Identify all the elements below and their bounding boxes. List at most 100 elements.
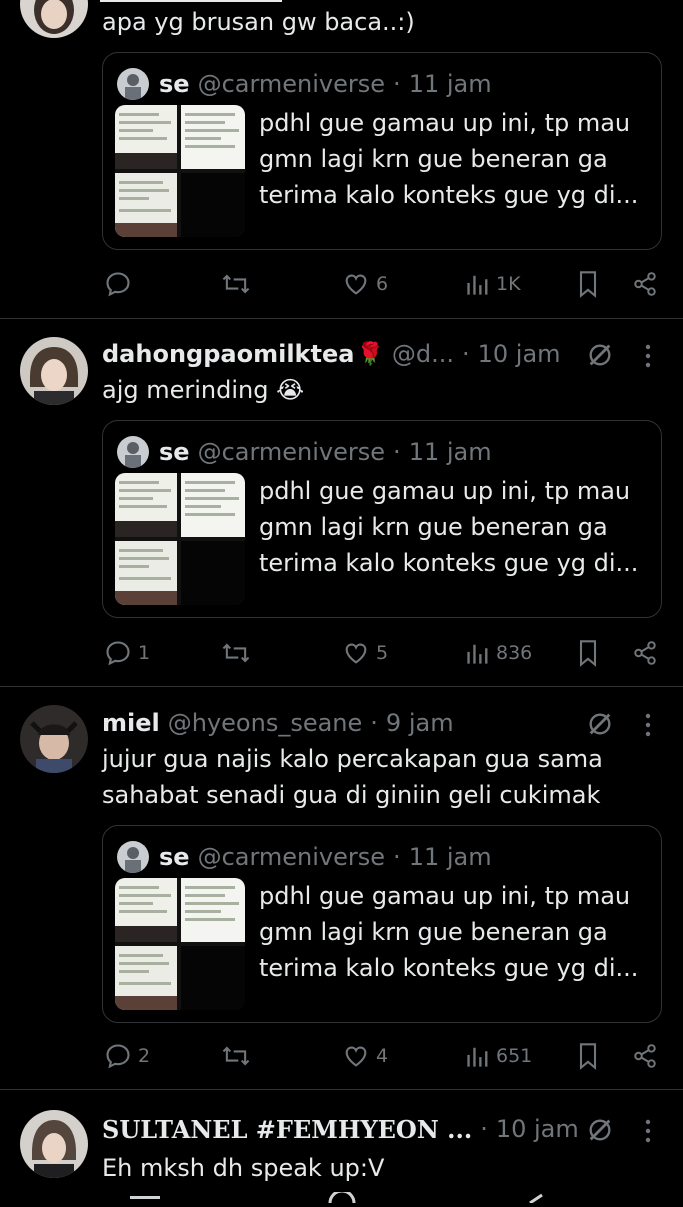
quote-text: pdhl gue gamau up ini, tp mau gmn lagi k…: [259, 109, 639, 209]
grok-button[interactable]: [586, 710, 614, 738]
author-handle[interactable]: @d...: [392, 340, 454, 368]
post-header: miel @hyeons_seane · 9 jam: [102, 708, 454, 738]
quote-text: pdhl gue gamau up ini, tp mau gmn lagi k…: [259, 882, 639, 982]
views-count: 651: [496, 1045, 533, 1067]
bookmark-icon: [579, 640, 597, 667]
post-time[interactable]: 10 jam: [496, 1115, 579, 1143]
post-header: SULTANEL #FEMHYEON ... · 10 jam: [102, 1114, 579, 1144]
bookmark-button[interactable]: [576, 1038, 600, 1074]
more-button[interactable]: [640, 710, 656, 740]
avatar[interactable]: [20, 705, 88, 773]
post-3[interactable]: miel @hyeons_seane · 9 jam jujur gua naj…: [0, 687, 683, 1089]
avatar: [117, 68, 149, 100]
quote-thumbnail[interactable]: [115, 473, 245, 605]
views-button[interactable]: 651: [466, 1038, 532, 1074]
more-icon: [645, 1119, 651, 1143]
share-icon: [634, 641, 656, 665]
grok-button[interactable]: [586, 1116, 614, 1144]
like-icon: [345, 1046, 367, 1067]
retweet-button[interactable]: [220, 1038, 252, 1074]
avatar[interactable]: [20, 0, 88, 38]
grok-icon: [589, 1119, 611, 1141]
like-count: 4: [376, 1045, 389, 1067]
more-icon: [645, 344, 651, 368]
post-text: ajg merinding 😭: [102, 376, 305, 404]
action-bar: 1 5 836: [100, 635, 660, 671]
quote-author-handle: @carmeniverse: [197, 438, 386, 466]
reply-icon: [106, 272, 130, 297]
post-text: apa yg brusan gw baca..:): [102, 8, 415, 36]
post-4[interactable]: SULTANEL #FEMHYEON ... · 10 jam Eh mksh …: [0, 1090, 683, 1199]
quote-author-name: se: [159, 438, 190, 466]
separator: ·: [480, 1115, 488, 1143]
views-icon: [467, 275, 488, 295]
bookmark-button[interactable]: [576, 266, 600, 302]
retweet-icon: [222, 1046, 250, 1066]
views-button[interactable]: 1K: [466, 266, 521, 302]
post-1[interactable]: apa yg brusan gw baca..:) se @carmeniver…: [0, 0, 683, 318]
quote-time: 11 jam: [408, 438, 492, 466]
avatar: [117, 841, 149, 873]
bookmark-icon: [579, 1043, 597, 1070]
action-bar: 6 1K: [100, 266, 660, 302]
like-icon: [345, 643, 367, 664]
quoted-post[interactable]: se @carmeniverse · 11 jam pdhl gue gamau…: [102, 420, 662, 618]
quote-thumbnail[interactable]: [115, 878, 245, 1010]
reply-count: 1: [138, 642, 151, 664]
separator: ·: [370, 709, 378, 737]
reply-icon: [106, 1044, 130, 1069]
views-button[interactable]: 836: [466, 635, 532, 671]
share-icon: [634, 1044, 656, 1068]
rose-emoji: 🌹: [356, 341, 384, 367]
author-handle[interactable]: @hyeons_seane: [168, 709, 363, 737]
reply-button[interactable]: 1: [104, 635, 150, 671]
share-button[interactable]: [632, 266, 658, 302]
reply-button[interactable]: 2: [104, 1038, 150, 1074]
like-button[interactable]: 5: [342, 635, 388, 671]
like-button[interactable]: 6: [342, 266, 388, 302]
views-count: 836: [496, 642, 533, 664]
avatar[interactable]: [20, 337, 88, 405]
status-bar-line: [100, 0, 282, 2]
quoted-post[interactable]: se @carmeniverse · 11 jam pdhl gue gamau…: [102, 825, 662, 1023]
grok-icon: [589, 344, 611, 366]
post-text: Eh mksh dh speak up:V: [102, 1154, 385, 1182]
views-count: 1K: [496, 273, 521, 295]
more-button[interactable]: [640, 341, 656, 371]
post-time[interactable]: 9 jam: [386, 709, 454, 737]
like-count: 6: [376, 273, 389, 295]
retweet-button[interactable]: [220, 635, 252, 671]
reply-button[interactable]: [104, 266, 138, 302]
retweet-icon: [222, 274, 250, 294]
author-name[interactable]: SULTANEL #FEMHYEON ...: [102, 1115, 472, 1144]
quote-author-handle: @carmeniverse: [197, 843, 386, 871]
grok-button[interactable]: [586, 341, 614, 369]
quote-author-handle: @carmeniverse: [197, 70, 386, 98]
quote-thumbnail[interactable]: [115, 105, 245, 237]
separator: ·: [393, 843, 401, 871]
bookmark-button[interactable]: [576, 635, 600, 671]
post-2[interactable]: dahongpaomilktea 🌹 @d... · 10 jam ajg me…: [0, 319, 683, 686]
separator: ·: [461, 340, 470, 368]
separator: ·: [393, 438, 401, 466]
retweet-button[interactable]: [220, 266, 252, 302]
post-time[interactable]: 10 jam: [478, 340, 561, 368]
like-button[interactable]: 4: [342, 1038, 388, 1074]
quoted-post[interactable]: se @carmeniverse · 11 jam pdhl gue gamau…: [102, 52, 662, 250]
grok-icon: [589, 713, 611, 735]
like-count: 5: [376, 642, 389, 664]
reply-icon: [106, 641, 130, 666]
quote-time: 11 jam: [408, 843, 492, 871]
share-button[interactable]: [632, 1038, 658, 1074]
share-button[interactable]: [632, 635, 658, 671]
more-button[interactable]: [640, 1116, 656, 1146]
bookmark-icon: [579, 271, 597, 298]
more-icon: [645, 713, 651, 737]
retweet-icon: [222, 643, 250, 663]
avatar[interactable]: [20, 1110, 88, 1178]
post-text: jujur gua najis kalo percakapan gua sama…: [102, 745, 603, 809]
author-name[interactable]: miel: [102, 709, 160, 737]
like-icon: [345, 274, 367, 295]
author-name[interactable]: dahongpaomilktea: [102, 340, 354, 368]
quote-author-name: se: [159, 70, 190, 98]
